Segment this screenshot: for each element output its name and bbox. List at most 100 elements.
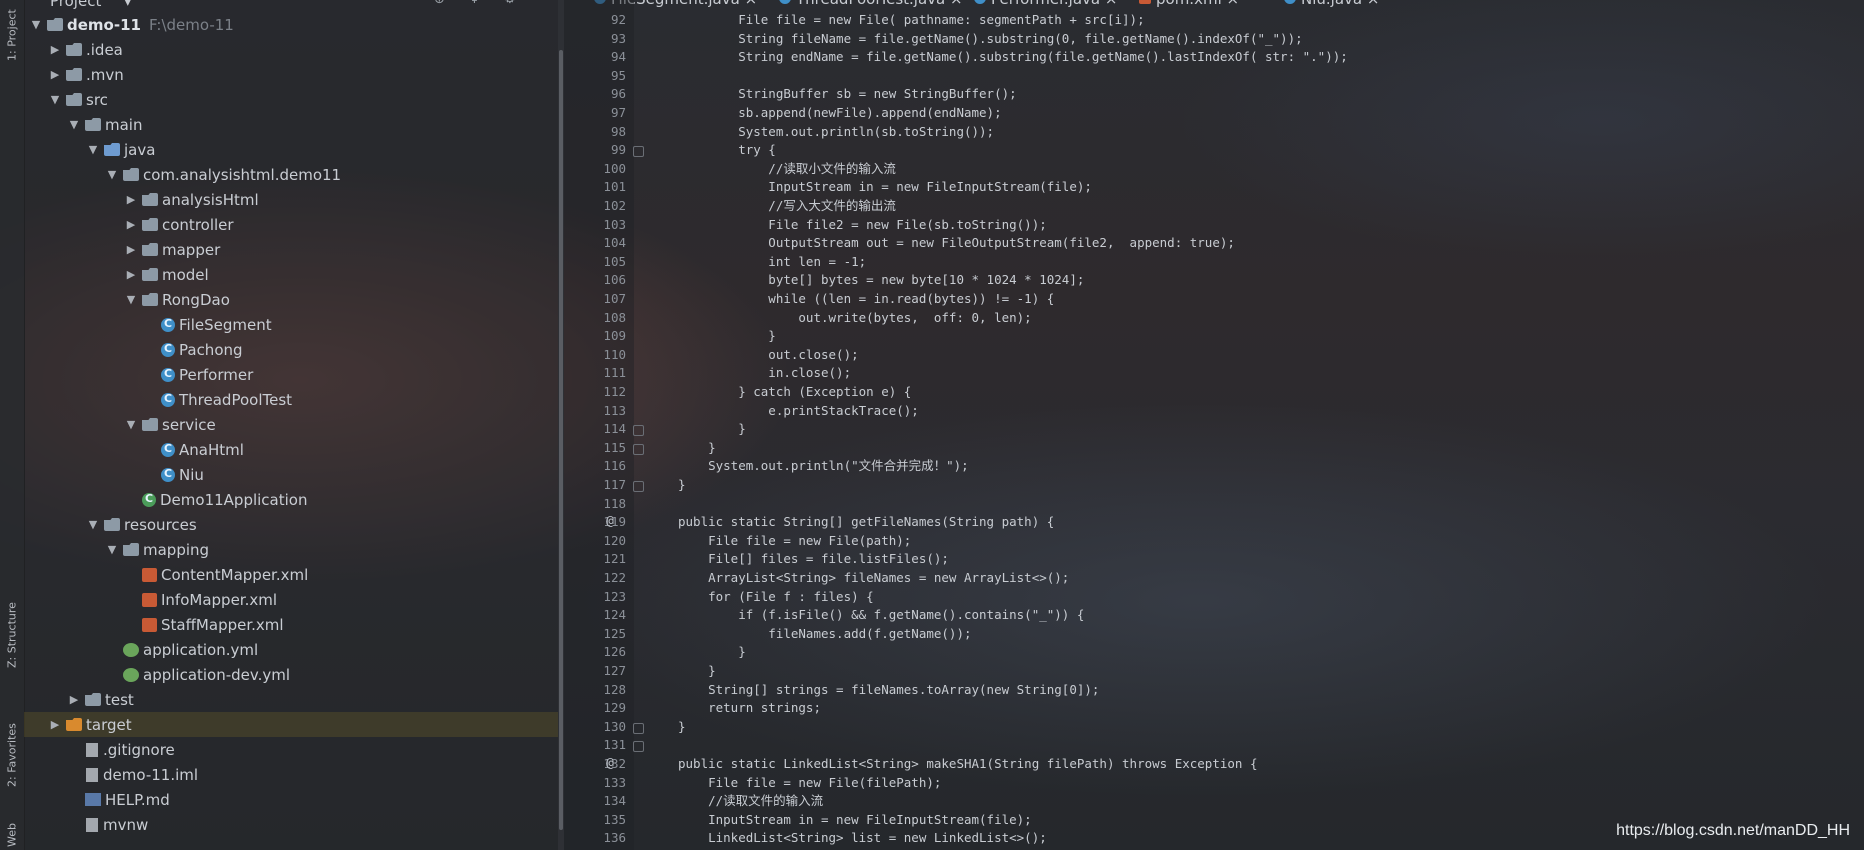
tree-item[interactable]: AnaHtml xyxy=(24,437,558,462)
close-icon[interactable]: × xyxy=(1105,0,1118,8)
tree-item[interactable]: Performer xyxy=(24,362,558,387)
excluded-folder-icon xyxy=(66,718,82,731)
tree-item[interactable]: ▼ RongDao xyxy=(24,287,558,312)
tree-item[interactable]: ▶ mapper xyxy=(24,237,558,262)
tree-item-label: target xyxy=(86,715,132,734)
tree-item[interactable]: InfoMapper.xml xyxy=(24,587,558,612)
code-line: 133 File file = new File(filePath); xyxy=(564,774,1864,793)
tab-pom-xml[interactable]: pom.xml × xyxy=(1139,0,1239,8)
tree-item[interactable]: ▶ .idea xyxy=(24,37,558,62)
close-icon[interactable]: × xyxy=(745,0,758,8)
tree-item[interactable]: ▼ service xyxy=(24,412,558,437)
tree-item[interactable]: ▶ model xyxy=(24,262,558,287)
tab-threadpooltest[interactable]: ThreadPoolTest.java × xyxy=(779,0,963,8)
tree-item[interactable]: Pachong xyxy=(24,337,558,362)
expanded-arrow-icon[interactable]: ▼ xyxy=(124,293,138,306)
override-marker-icon[interactable]: @ xyxy=(606,755,614,774)
override-marker-icon[interactable]: @ xyxy=(606,513,614,532)
code-text: File file = new File(path); xyxy=(678,532,912,548)
tab-niu[interactable]: Niu.java × xyxy=(1284,0,1379,8)
structure-tab-label: Z: Structure xyxy=(5,602,19,668)
tree-item[interactable]: ▼ java xyxy=(24,137,558,162)
tree-item[interactable]: ▼ demo-11 F:\demo-11 xyxy=(24,12,558,37)
line-number: 124 xyxy=(603,607,626,623)
expanded-arrow-icon[interactable]: ▼ xyxy=(124,418,138,431)
line-number: 128 xyxy=(603,681,626,697)
gear-icon[interactable]: ⚙ xyxy=(504,0,520,8)
tree-item[interactable]: ▶ controller xyxy=(24,212,558,237)
structure-tool-tab[interactable]: Z: Structure xyxy=(2,585,22,685)
hide-panel-icon[interactable]: – xyxy=(536,0,552,8)
tree-item[interactable]: ▶ .mvn xyxy=(24,62,558,87)
code-text: fileNames.add(f.getName()); xyxy=(678,625,972,641)
code-text: //读取文件的输入流 xyxy=(678,793,824,809)
line-number: 94 xyxy=(610,49,626,65)
code-text: public static LinkedList<String> makeSHA… xyxy=(678,756,1258,771)
tree-item[interactable]: demo-11.iml xyxy=(24,762,558,787)
collapsed-arrow-icon[interactable]: ▶ xyxy=(124,268,138,281)
expanded-arrow-icon[interactable]: ▼ xyxy=(86,143,100,156)
web-tool-tab[interactable]: Web xyxy=(2,820,22,850)
collapsed-arrow-icon[interactable]: ▶ xyxy=(124,243,138,256)
tree-item-label: application-dev.yml xyxy=(143,665,291,684)
project-view-dropdown[interactable]: ▾ xyxy=(124,0,132,10)
tree-item[interactable]: application-dev.yml xyxy=(24,662,558,687)
collapsed-arrow-icon[interactable]: ▶ xyxy=(124,218,138,231)
fold-marker-icon[interactable] xyxy=(633,425,644,437)
expanded-arrow-icon[interactable]: ▼ xyxy=(86,518,100,531)
tree-item[interactable]: ContentMapper.xml xyxy=(24,562,558,587)
java-class-icon xyxy=(974,0,986,4)
tree-item-label: ThreadPoolTest xyxy=(179,390,293,409)
tree-item[interactable]: ▼ resources xyxy=(24,512,558,537)
scrollbar-thumb[interactable] xyxy=(559,50,563,830)
tree-item[interactable]: ▼ com.analysishtml.demo11 xyxy=(24,162,558,187)
close-icon[interactable]: × xyxy=(1227,0,1240,8)
tree-item[interactable]: StaffMapper.xml xyxy=(24,612,558,637)
tree-item[interactable]: application.yml xyxy=(24,637,558,662)
expanded-arrow-icon[interactable]: ▼ xyxy=(29,18,43,31)
close-icon[interactable]: × xyxy=(1367,0,1380,8)
expanded-arrow-icon[interactable]: ▼ xyxy=(105,543,119,556)
tree-item[interactable]: mvnw xyxy=(24,812,558,837)
tree-item[interactable]: ThreadPoolTest xyxy=(24,387,558,412)
fold-marker-icon[interactable] xyxy=(633,443,644,455)
tree-item[interactable]: Demo11Application xyxy=(24,487,558,512)
tree-item[interactable]: Niu xyxy=(24,462,558,487)
tree-item[interactable]: ▶ target xyxy=(24,712,558,737)
collapsed-arrow-icon[interactable]: ▶ xyxy=(48,43,62,56)
expanded-arrow-icon[interactable]: ▼ xyxy=(48,93,62,106)
collapsed-arrow-icon[interactable]: ▶ xyxy=(124,193,138,206)
collapsed-arrow-icon[interactable]: ▶ xyxy=(48,718,62,731)
collapse-all-icon[interactable]: ⇞ xyxy=(469,0,485,8)
expanded-arrow-icon[interactable]: ▼ xyxy=(67,118,81,131)
fold-marker-icon[interactable] xyxy=(633,146,644,158)
fold-marker-icon[interactable] xyxy=(633,722,644,734)
fold-marker-icon[interactable] xyxy=(633,481,644,492)
project-tool-tab[interactable]: 1: Project xyxy=(2,0,22,70)
code-line: 119 @ public static String[] getFileNames(… xyxy=(564,513,1864,532)
favorites-tool-tab[interactable]: 2: Favorites xyxy=(2,705,22,805)
locate-icon[interactable]: ⊕ xyxy=(434,0,450,8)
tree-item[interactable]: HELP.md xyxy=(24,787,558,812)
tree-item[interactable]: FileSegment xyxy=(24,312,558,337)
fold-marker-icon[interactable] xyxy=(633,741,644,753)
tab-performer[interactable]: Performer.java × xyxy=(974,0,1117,8)
code-line: 130} xyxy=(564,718,1864,737)
tree-item[interactable]: ▶ test xyxy=(24,687,558,712)
line-number: 115 xyxy=(603,439,626,455)
collapsed-arrow-icon[interactable]: ▶ xyxy=(48,68,62,81)
tree-item[interactable]: ▼ main xyxy=(24,112,558,137)
tree-item[interactable]: ▶ analysisHtml xyxy=(24,187,558,212)
close-icon[interactable]: × xyxy=(950,0,963,8)
code-text: } xyxy=(678,644,746,660)
expanded-arrow-icon[interactable]: ▼ xyxy=(105,168,119,181)
collapsed-arrow-icon[interactable]: ▶ xyxy=(67,693,81,706)
code-line: 124 if (f.isFile() && f.getName().contai… xyxy=(564,606,1864,625)
code-editor[interactable]: 92 File file = new File( pathname: segme… xyxy=(564,12,1864,850)
tree-item[interactable]: ▼ src xyxy=(24,87,558,112)
java-class-icon xyxy=(161,392,175,407)
code-text: LinkedList<String> list = new LinkedList… xyxy=(678,830,1047,846)
tree-item[interactable]: .gitignore xyxy=(24,737,558,762)
tree-item[interactable]: ▼ mapping xyxy=(24,537,558,562)
code-line: 114 } xyxy=(564,420,1864,439)
